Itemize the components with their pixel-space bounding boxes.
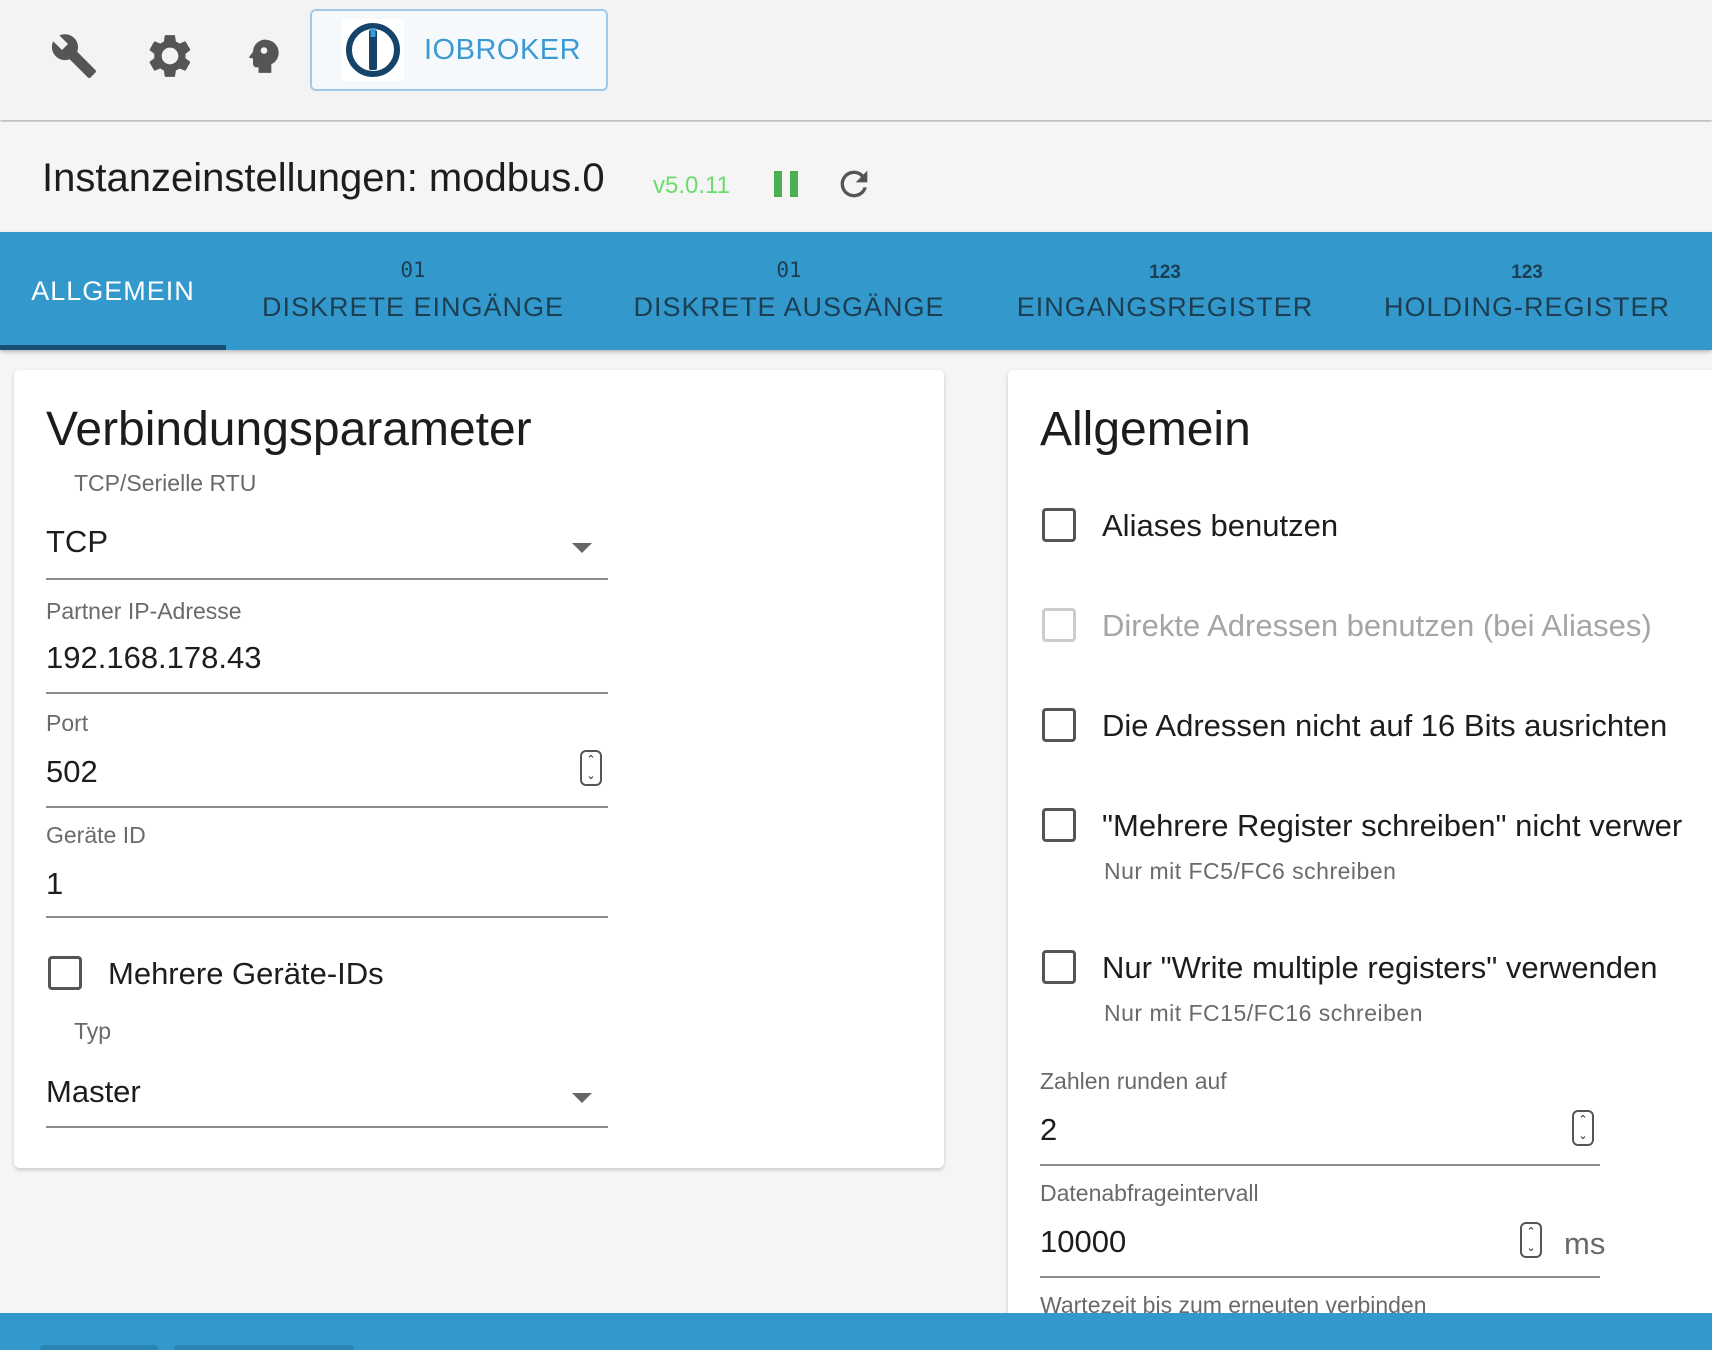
top-toolbar: IOBROKER	[0, 0, 1712, 120]
iobroker-home-button[interactable]: IOBROKER	[310, 9, 608, 91]
divider	[46, 806, 608, 808]
numeric-icon: 123	[1149, 262, 1181, 283]
port-stepper[interactable]: ⌃ ⌄	[580, 750, 602, 786]
tab-holding-register[interactable]: 123 HOLDING-REGISTER	[1368, 232, 1686, 350]
numeric-icon: 123	[1511, 262, 1543, 283]
tab-label: DISKRETE EINGÄNGE	[261, 292, 565, 322]
no-multi-write-checkbox[interactable]	[1042, 808, 1076, 842]
tab-allgemein[interactable]: ALLGEMEIN	[0, 232, 226, 350]
iobroker-logo	[342, 19, 404, 81]
expert-mode-icon[interactable]	[236, 28, 292, 84]
poll-stepper[interactable]: ⌃ ⌄	[1520, 1222, 1542, 1258]
device-id-input[interactable]: 1	[46, 850, 608, 920]
tab-diskrete-eingaenge[interactable]: 01 DISKRETE EINGÄNGE	[238, 232, 588, 350]
divider	[1040, 1276, 1600, 1278]
divider	[46, 916, 608, 918]
connection-card: Verbindungsparameter TCP/Serielle RTU TC…	[14, 370, 944, 1168]
direct-addresses-label: Direkte Adressen benutzen (bei Aliases)	[1102, 608, 1652, 643]
aliases-label: Aliases benutzen	[1102, 508, 1339, 543]
divider	[46, 692, 608, 694]
port-input[interactable]: 502 ⌃ ⌄	[46, 738, 608, 808]
binary-icon: 01	[776, 258, 802, 282]
reload-button[interactable]	[832, 162, 876, 206]
active-tab-indicator	[0, 345, 226, 350]
bottom-action-bar	[0, 1313, 1712, 1350]
type-select[interactable]: Master	[46, 1060, 608, 1130]
ip-value: 192.168.178.43	[46, 640, 262, 675]
round-stepper[interactable]: ⌃ ⌄	[1572, 1110, 1594, 1146]
tab-bar: ALLGEMEIN 01 DISKRETE EINGÄNGE 01 DISKRE…	[0, 232, 1712, 350]
no-align-label: Die Adressen nicht auf 16 Bits ausrichte…	[1102, 708, 1668, 743]
aliases-checkbox[interactable]	[1042, 508, 1076, 542]
save-button[interactable]	[40, 1345, 158, 1350]
ip-input[interactable]: 192.168.178.43	[46, 626, 608, 696]
no-multi-write-label: "Mehrere Register schreiben" nicht verwe…	[1102, 808, 1683, 843]
tab-label: EINGANGSREGISTER	[1016, 292, 1314, 322]
round-value: 2	[1040, 1112, 1058, 1147]
direct-addresses-checkbox[interactable]	[1042, 608, 1076, 642]
port-value: 502	[46, 754, 98, 789]
page-title: Instanzeinstellungen: modbus.0	[42, 156, 605, 200]
poll-input[interactable]: 10000 ⌃ ⌄ ms	[1040, 1208, 1605, 1278]
no-align-checkbox[interactable]	[1042, 708, 1076, 742]
tab-eingangsregister[interactable]: 123 EINGANGSREGISTER	[1004, 232, 1326, 350]
gear-icon[interactable]	[142, 28, 198, 84]
mode-label: TCP/Serielle RTU	[74, 470, 257, 496]
general-card: Allgemein Aliases benutzen Direkte Adres…	[1008, 370, 1712, 1350]
port-label: Port	[46, 710, 89, 736]
device-id-value: 1	[46, 866, 64, 901]
mode-select[interactable]: TCP	[46, 510, 608, 582]
type-label: Typ	[74, 1018, 112, 1044]
type-value: Master	[46, 1074, 141, 1109]
round-input[interactable]: 2 ⌃ ⌄	[1040, 1096, 1600, 1166]
tab-label: HOLDING-REGISTER	[1383, 292, 1671, 322]
tab-label: ALLGEMEIN	[31, 276, 195, 306]
round-label: Zahlen runden auf	[1040, 1068, 1227, 1094]
divider	[46, 1126, 608, 1128]
multi-ids-label: Mehrere Geräte-IDs	[108, 956, 384, 991]
only-multi-write-label: Nur "Write multiple registers" verwenden	[1102, 950, 1658, 985]
reload-icon	[840, 170, 868, 198]
pause-icon	[774, 171, 798, 197]
ip-label: Partner IP-Adresse	[46, 598, 242, 624]
card-title: Verbindungsparameter	[46, 403, 532, 456]
mode-value: TCP	[46, 524, 108, 559]
instance-header: Instanzeinstellungen: modbus.0 v5.0.11	[0, 122, 1712, 232]
pause-button[interactable]	[768, 162, 804, 206]
divider	[1040, 1164, 1600, 1166]
poll-label: Datenabfrageintervall	[1040, 1180, 1259, 1206]
poll-unit: ms	[1564, 1226, 1606, 1261]
divider	[46, 578, 608, 580]
wrench-icon[interactable]	[46, 28, 102, 84]
brand-label: IOBROKER	[424, 33, 582, 66]
chevron-down-icon	[572, 1093, 592, 1103]
no-multi-write-help: Nur mit FC5/FC6 schreiben	[1104, 858, 1397, 884]
poll-value: 10000	[1040, 1224, 1127, 1259]
tab-diskrete-ausgaenge[interactable]: 01 DISKRETE AUSGÄNGE	[614, 232, 964, 350]
tab-label: DISKRETE AUSGÄNGE	[633, 292, 945, 322]
only-multi-write-help: Nur mit FC15/FC16 schreiben	[1104, 1000, 1423, 1026]
only-multi-write-checkbox[interactable]	[1042, 950, 1076, 984]
binary-icon: 01	[400, 258, 426, 282]
save-close-button[interactable]	[174, 1345, 354, 1350]
device-id-label: Geräte ID	[46, 822, 146, 848]
card-title: Allgemein	[1040, 403, 1251, 456]
multi-ids-checkbox[interactable]	[48, 956, 82, 990]
version-badge: v5.0.11	[653, 172, 730, 199]
chevron-down-icon	[572, 543, 592, 553]
